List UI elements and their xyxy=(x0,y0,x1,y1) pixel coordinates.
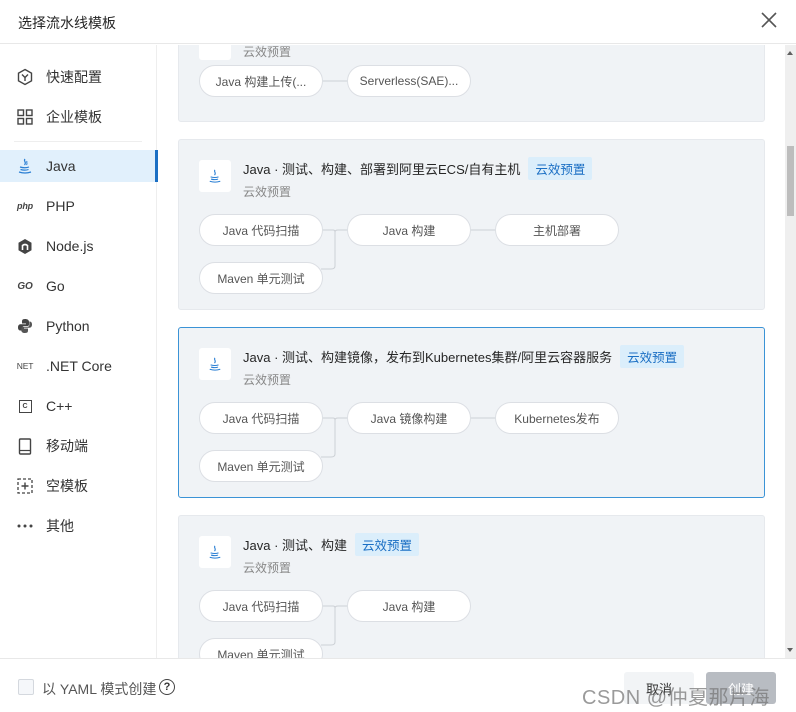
sidebar-item-enterprise-template[interactable]: 企业模板 xyxy=(0,101,157,133)
template-title: Java · 测试、构建 云效预置 xyxy=(243,533,420,556)
template-card[interactable]: Java · 测试、构建 云效预置 云效预置 Java 代码扫描 Java 构建… xyxy=(178,515,765,658)
dialog-title: 选择流水线模板 xyxy=(18,15,116,31)
sidebar-item-label: Java xyxy=(46,158,76,174)
sidebar-item-label: 企业模板 xyxy=(46,109,102,125)
sidebar-item-php[interactable]: php PHP xyxy=(0,190,157,222)
content-scrollbar[interactable] xyxy=(785,45,796,658)
java-logo-icon xyxy=(199,536,231,568)
sidebar-item-go[interactable]: GO Go xyxy=(0,270,157,302)
empty-template-icon xyxy=(14,476,36,496)
sidebar-item-label: Node.js xyxy=(46,238,94,254)
step-connector xyxy=(469,229,497,231)
cpp-icon-text: C xyxy=(18,399,32,413)
sidebar-item-label: 空模板 xyxy=(46,478,88,494)
php-icon-text: php xyxy=(17,201,33,211)
template-list: 云效预置 Java 构建上传(... Serverless(SAE)... Ja… xyxy=(158,45,785,658)
step-connector xyxy=(321,605,349,646)
close-icon[interactable] xyxy=(758,9,780,31)
sidebar-item-label: Go xyxy=(46,278,65,294)
sidebar-item-empty-template[interactable]: 空模板 xyxy=(0,470,157,502)
pipeline-step: Java 代码扫描 xyxy=(199,214,323,246)
template-title-text: Java · 测试、构建 xyxy=(243,538,348,553)
step-connector xyxy=(469,417,497,419)
pipeline-step: Maven 单元测试 xyxy=(199,450,323,482)
template-subtitle: 云效预置 xyxy=(243,561,292,575)
mobile-icon xyxy=(14,436,36,456)
help-icon[interactable]: ? xyxy=(159,679,175,695)
template-card[interactable]: 云效预置 Java 构建上传(... Serverless(SAE)... xyxy=(178,45,765,122)
step-connector xyxy=(321,80,349,82)
template-category-sidebar: 快速配置 企业模板 Java php PHP Node.js GO Go Pyt… xyxy=(0,45,158,658)
scroll-up-arrow-icon[interactable] xyxy=(787,51,793,55)
sidebar-item-other[interactable]: 其他 xyxy=(0,510,157,542)
cancel-button[interactable]: 取消 xyxy=(624,672,694,704)
sidebar-item-label: PHP xyxy=(46,198,75,214)
pipeline-step: Java 构建 xyxy=(347,590,471,622)
template-title: Java · 测试、构建、部署到阿里云ECS/自有主机 云效预置 xyxy=(243,157,593,180)
scroll-down-arrow-icon[interactable] xyxy=(787,648,793,652)
pipeline-step: Maven 单元测试 xyxy=(199,638,323,658)
create-button[interactable]: 创建 xyxy=(706,672,776,704)
quick-config-icon xyxy=(14,67,36,87)
template-subtitle: 云效预置 xyxy=(243,185,292,199)
python-icon xyxy=(14,316,36,336)
template-title: Java · 测试、构建镜像，发布到Kubernetes集群/阿里云容器服务 云… xyxy=(243,345,685,368)
preset-tag: 云效预置 xyxy=(620,345,685,368)
pipeline-step: Kubernetes发布 xyxy=(495,402,619,434)
pipeline-step: Java 构建上传(... xyxy=(199,65,323,97)
dialog-header: 选择流水线模板 xyxy=(0,0,796,44)
pipeline-step: Java 构建 xyxy=(347,214,471,246)
sidebar-item-dotnet[interactable]: NET .NET Core xyxy=(0,350,157,382)
sidebar-item-label: 其他 xyxy=(46,518,74,534)
sidebar-item-quick-config[interactable]: 快速配置 xyxy=(0,61,157,93)
step-connector xyxy=(321,417,349,458)
template-subtitle: 云效预置 xyxy=(243,373,292,387)
nodejs-icon xyxy=(14,236,36,256)
java-icon xyxy=(14,156,36,176)
sidebar-item-label: 移动端 xyxy=(46,438,88,454)
go-icon-text: GO xyxy=(17,280,33,292)
sidebar-item-nodejs[interactable]: Node.js xyxy=(0,230,157,262)
php-icon: php xyxy=(14,196,36,216)
cpp-icon: C xyxy=(14,396,36,416)
template-title-text: Java · 测试、构建镜像，发布到Kubernetes集群/阿里云容器服务 xyxy=(243,350,613,365)
yaml-mode-checkbox[interactable] xyxy=(18,679,34,695)
preset-tag: 云效预置 xyxy=(528,157,593,180)
more-icon xyxy=(14,516,36,536)
go-icon: GO xyxy=(14,276,36,296)
dotnet-icon-text: NET xyxy=(16,361,34,371)
sidebar-item-label: C++ xyxy=(46,398,73,414)
sidebar-item-python[interactable]: Python xyxy=(0,310,157,342)
scrollbar-thumb[interactable] xyxy=(787,146,794,216)
sidebar-divider xyxy=(14,141,142,142)
yaml-mode-label[interactable]: 以 YAML 模式创建 xyxy=(42,679,156,699)
sidebar-item-java[interactable]: Java xyxy=(0,150,158,182)
preset-tag: 云效预置 xyxy=(355,533,420,556)
dialog-footer: 以 YAML 模式创建 ? 取消 创建 xyxy=(0,658,796,712)
sidebar-item-label: 快速配置 xyxy=(46,69,102,85)
sidebar-item-label: .NET Core xyxy=(46,358,112,374)
pipeline-step: Java 代码扫描 xyxy=(199,402,323,434)
sidebar-item-label: Python xyxy=(46,318,90,334)
template-subtitle: 云效预置 xyxy=(243,45,292,59)
pipeline-step: 主机部署 xyxy=(495,214,619,246)
java-logo-icon xyxy=(199,45,231,60)
java-logo-icon xyxy=(199,160,231,192)
template-card-selected[interactable]: Java · 测试、构建镜像，发布到Kubernetes集群/阿里云容器服务 云… xyxy=(178,327,765,498)
pipeline-step: Maven 单元测试 xyxy=(199,262,323,294)
java-logo-icon xyxy=(199,348,231,380)
template-card[interactable]: Java · 测试、构建、部署到阿里云ECS/自有主机 云效预置 云效预置 Ja… xyxy=(178,139,765,310)
sidebar-item-mobile[interactable]: 移动端 xyxy=(0,430,157,462)
pipeline-step: Serverless(SAE)... xyxy=(347,65,471,97)
enterprise-template-icon xyxy=(14,107,36,127)
dotnet-icon: NET xyxy=(14,356,36,376)
template-title-text: Java · 测试、构建、部署到阿里云ECS/自有主机 xyxy=(243,162,521,177)
sidebar-item-cpp[interactable]: C C++ xyxy=(0,390,157,422)
pipeline-step: Java 代码扫描 xyxy=(199,590,323,622)
step-connector xyxy=(321,229,349,270)
pipeline-step: Java 镜像构建 xyxy=(347,402,471,434)
